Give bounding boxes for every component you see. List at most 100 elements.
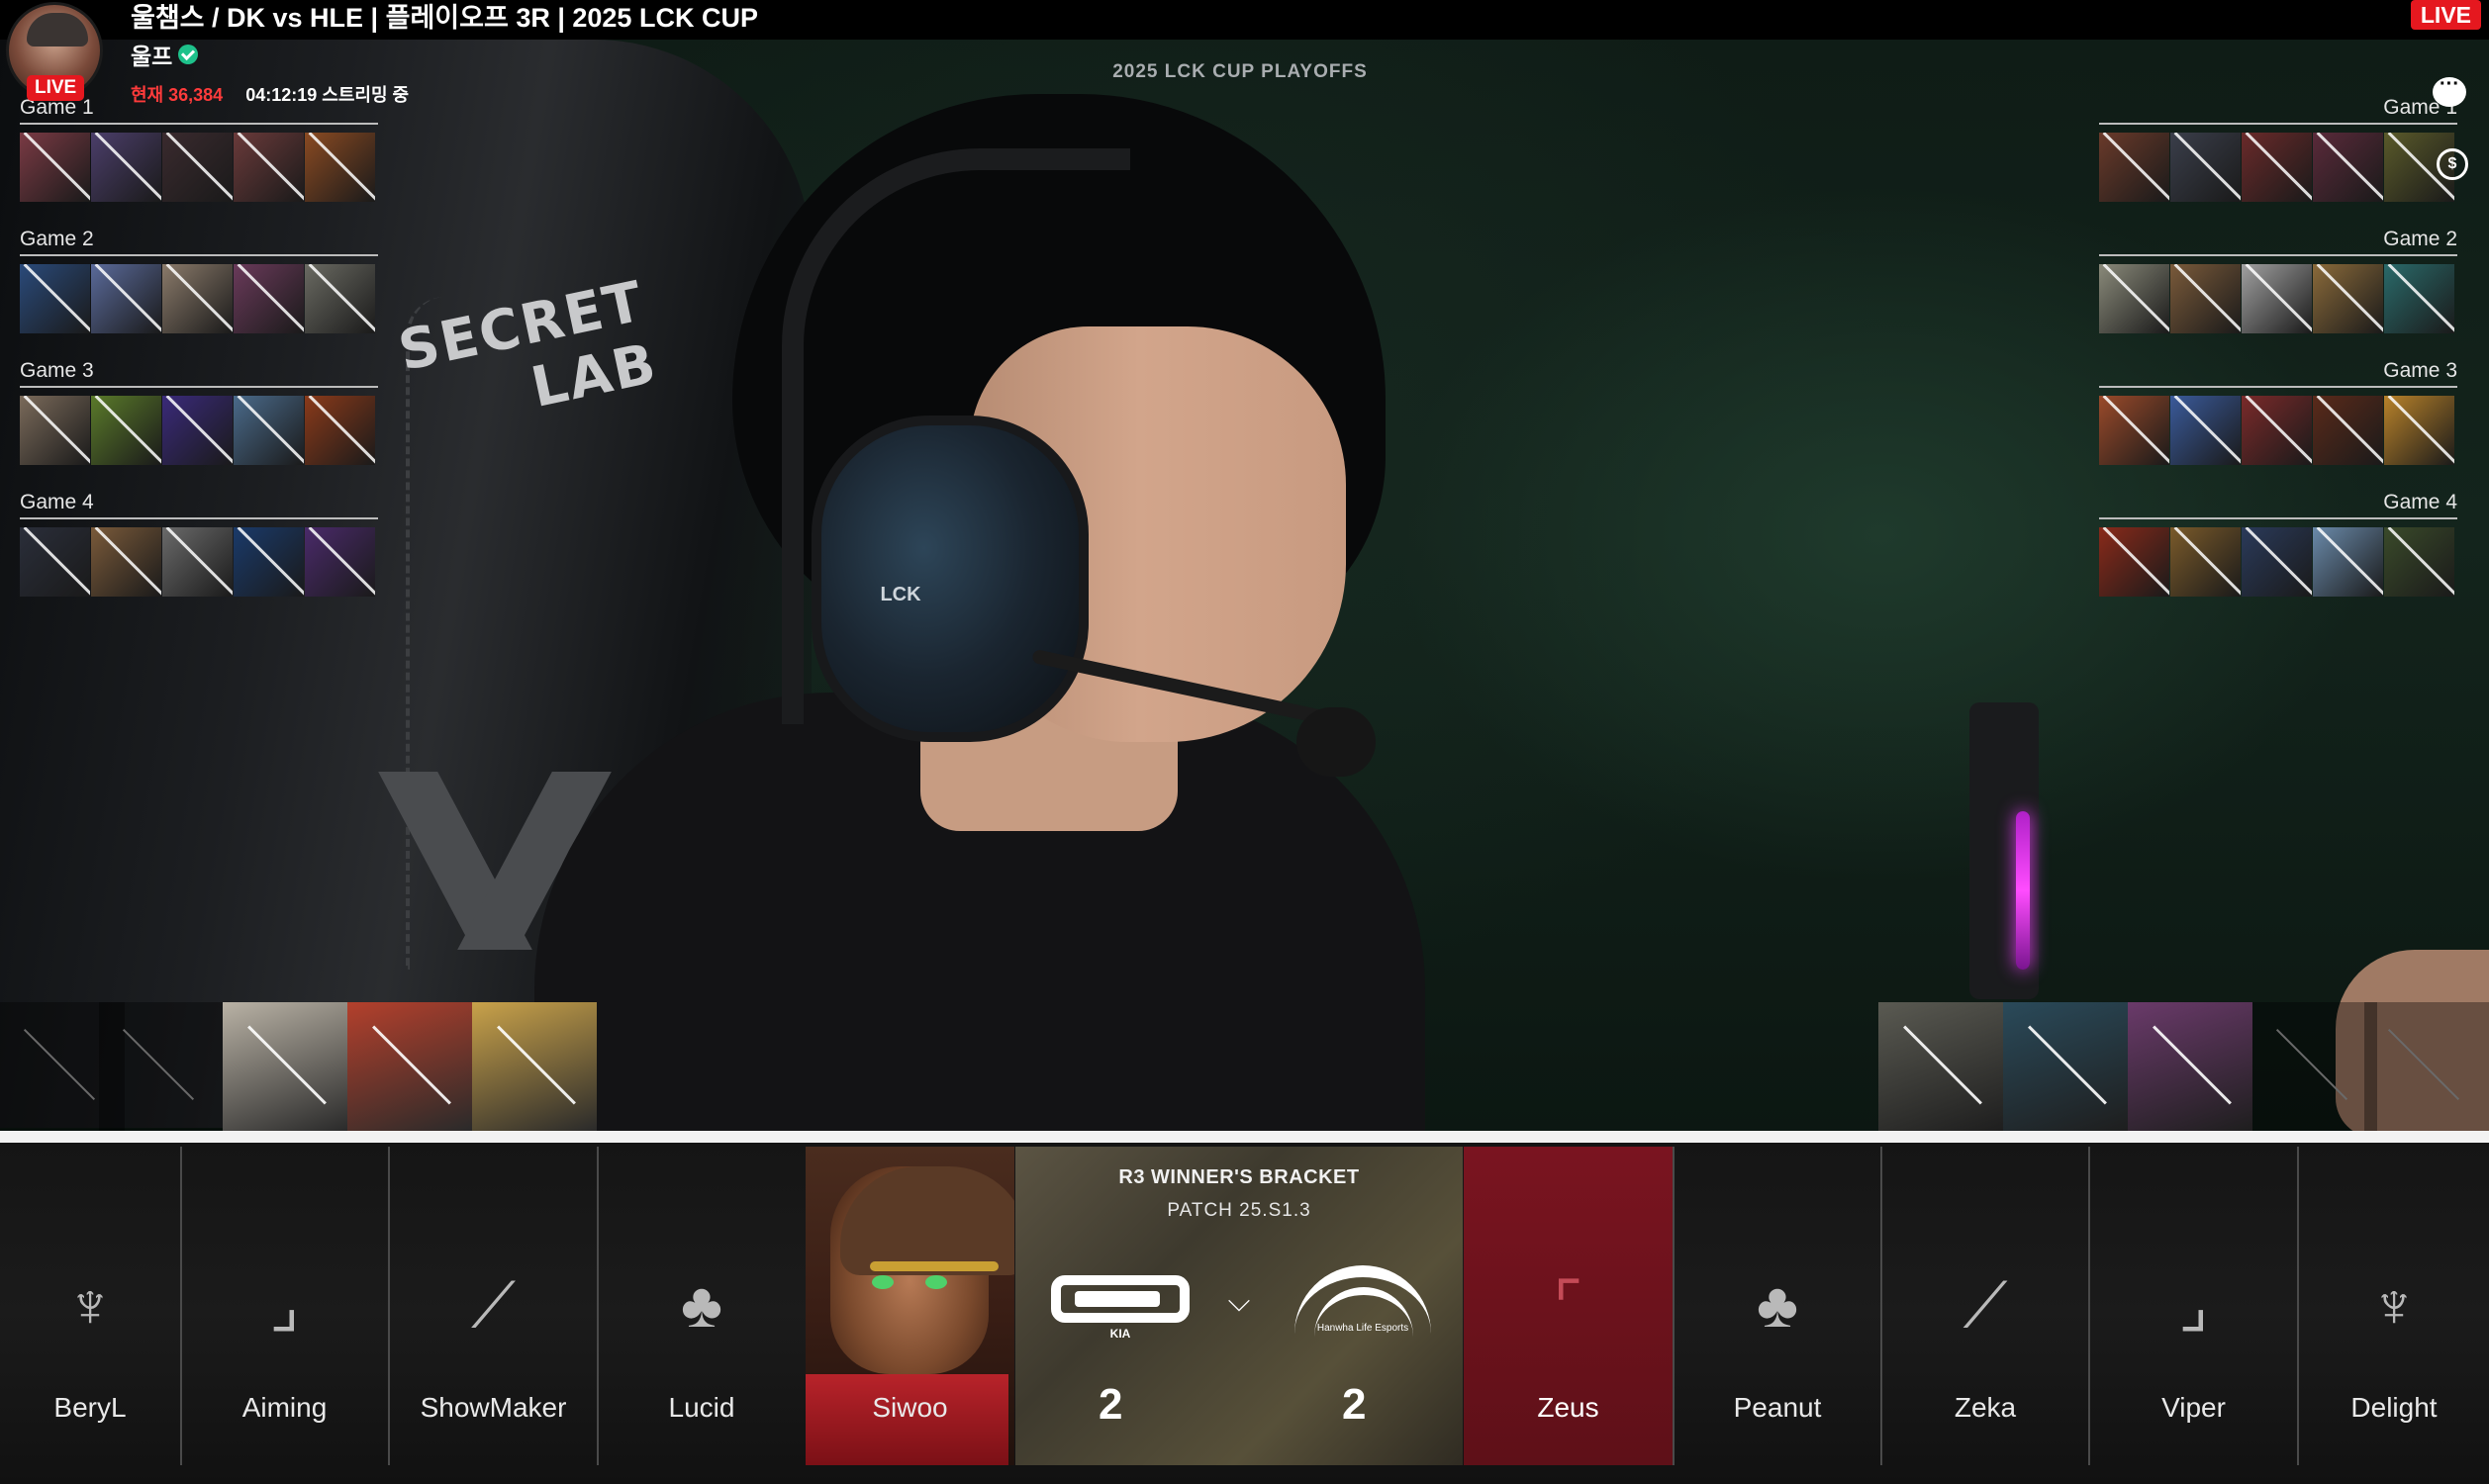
avatar-live-badge: LIVE xyxy=(27,75,85,101)
score-dk: 2 xyxy=(1099,1380,1123,1429)
live-indicator: LIVE xyxy=(2410,0,2481,30)
headset-logo: LCK xyxy=(880,584,921,605)
banned-champions-row xyxy=(20,264,378,333)
jungle-role-icon: ♣ xyxy=(681,1269,722,1341)
banned-champion-icon xyxy=(234,264,304,333)
banned-champions-row xyxy=(2099,264,2457,333)
banned-champions-row xyxy=(2099,527,2457,597)
banned-champions-row xyxy=(20,396,378,465)
banned-champion-icon xyxy=(20,527,90,597)
banned-champions-row xyxy=(20,133,378,202)
player-name: Peanut xyxy=(1733,1392,1822,1423)
game-label: Game 2 xyxy=(2099,227,2457,256)
game-label: Game 4 xyxy=(20,490,378,519)
ban-history-game: Game 1 xyxy=(20,95,378,202)
banned-champion-icon xyxy=(162,527,233,597)
banned-champion-icon xyxy=(2313,264,2383,333)
viewers-count: 36,384 xyxy=(168,85,224,105)
ban-history-game: Game 1 xyxy=(2099,95,2457,202)
avatar-cap xyxy=(27,13,88,46)
banned-champion-icon xyxy=(305,133,375,202)
banned-champion-icon xyxy=(2170,396,2241,465)
patch-version: PATCH 25.S1.3 xyxy=(1167,1200,1311,1221)
event-title: 2025 LCK CUP PLAYOFFS xyxy=(1112,61,1368,82)
player-name: Zeus xyxy=(1537,1392,1599,1423)
banned-champion-icon xyxy=(2099,396,2169,465)
pick-slot-aiming: ⌟ Aiming xyxy=(181,1147,390,1465)
ban-history-game: Game 3 xyxy=(2099,358,2457,465)
game-label: Game 2 xyxy=(20,227,378,256)
player-name: Zeka xyxy=(1954,1392,2017,1423)
bracket-title: R3 WINNER'S BRACKET xyxy=(1118,1166,1360,1188)
champion-eye xyxy=(925,1275,947,1289)
banned-champion-icon xyxy=(305,396,375,465)
channel-name[interactable]: 울프 xyxy=(131,38,172,71)
viewer-stats: 현재 36,384 04:12:19 스트리밍 중 xyxy=(131,81,409,107)
ban-history-game: Game 2 xyxy=(2099,227,2457,333)
banned-champion-icon xyxy=(162,133,233,202)
support-role-icon: ♆ xyxy=(66,1269,114,1341)
pick-slot-zeus: ⌜ Zeus xyxy=(1464,1147,1675,1465)
banned-champion-icon xyxy=(162,396,233,465)
banned-champion-icon xyxy=(2313,133,2383,202)
pick-bar-divider xyxy=(0,1131,2489,1143)
game-label: Game 3 xyxy=(2099,358,2457,388)
banned-champion-icon xyxy=(2099,527,2169,597)
hle-team-name: Hanwha Life Esports xyxy=(1316,1323,1409,1334)
bot-role-icon: ⌟ xyxy=(2178,1268,2209,1341)
banned-champion-icon xyxy=(91,133,161,202)
pick-slot-peanut: ♣ Peanut xyxy=(1675,1147,1882,1465)
champion-eye xyxy=(872,1275,894,1289)
player-name: Viper xyxy=(2161,1392,2226,1423)
match-info-panel: R3 WINNER'S BRACKET PATCH 25.S1.3 KIA ⌵ … xyxy=(1015,1147,1463,1465)
dk-team-logo xyxy=(1051,1275,1190,1323)
game-label: Game 1 xyxy=(2099,95,2457,125)
player-name: Siwoo xyxy=(872,1392,948,1423)
banned-champion-icon xyxy=(20,396,90,465)
banned-champion-icon xyxy=(2242,396,2312,465)
ban-history-game: Game 4 xyxy=(2099,490,2457,597)
game-label: Game 4 xyxy=(2099,490,2457,519)
mid-role-icon: ⟋ xyxy=(471,1268,516,1341)
pick-slot-lucid: ♣ Lucid xyxy=(599,1147,805,1465)
dk-sponsor: KIA xyxy=(1109,1327,1131,1341)
player-name: Lucid xyxy=(668,1392,735,1423)
channel-name-row[interactable]: 울프 xyxy=(131,38,199,71)
banned-champion-icon xyxy=(305,527,375,597)
pick-slot-beryl: ♆ BeryL xyxy=(0,1147,182,1465)
banned-champion-icon xyxy=(2242,527,2312,597)
ban-slot-empty xyxy=(2364,1002,2489,1131)
top-role-icon: ⌜ xyxy=(1553,1268,1583,1341)
stream-uptime: 04:12:19 스트리밍 중 xyxy=(245,85,410,105)
current-ban-champion xyxy=(472,1002,597,1131)
ban-slot-empty xyxy=(2252,1002,2377,1131)
current-ban-champion xyxy=(223,1002,347,1131)
score-hle: 2 xyxy=(1342,1380,1367,1429)
viewers-label: 현재 xyxy=(131,85,164,105)
bot-role-icon: ⌟ xyxy=(269,1268,300,1341)
banned-champions-row xyxy=(2099,396,2457,465)
pick-slot-viper: ⌟ Viper xyxy=(2090,1147,2299,1465)
donation-icon[interactable]: $ xyxy=(2437,148,2468,180)
jungle-role-icon: ♣ xyxy=(1757,1269,1798,1341)
banned-champion-icon xyxy=(91,396,161,465)
hle-team-logo xyxy=(1294,1265,1431,1325)
banned-champion-icon xyxy=(162,264,233,333)
banned-champion-icon xyxy=(2384,396,2454,465)
banned-champion-icon xyxy=(2384,264,2454,333)
player-name: BeryL xyxy=(53,1392,127,1423)
vs-icon: ⌵ xyxy=(1227,1285,1251,1318)
headset-earcup xyxy=(812,416,1089,742)
chat-icon[interactable] xyxy=(2433,73,2466,107)
current-ban-champion xyxy=(2003,1002,2128,1131)
current-ban-champion xyxy=(2128,1002,2252,1131)
banned-champion-icon xyxy=(234,527,304,597)
player-name: ShowMaker xyxy=(420,1392,567,1423)
banned-champion-icon xyxy=(234,133,304,202)
banned-champion-icon xyxy=(234,396,304,465)
banned-champion-icon xyxy=(2242,133,2312,202)
banned-champion-icon xyxy=(305,264,375,333)
banned-champion-icon xyxy=(20,264,90,333)
banned-champion-icon xyxy=(2242,264,2312,333)
banned-champion-icon xyxy=(2099,264,2169,333)
